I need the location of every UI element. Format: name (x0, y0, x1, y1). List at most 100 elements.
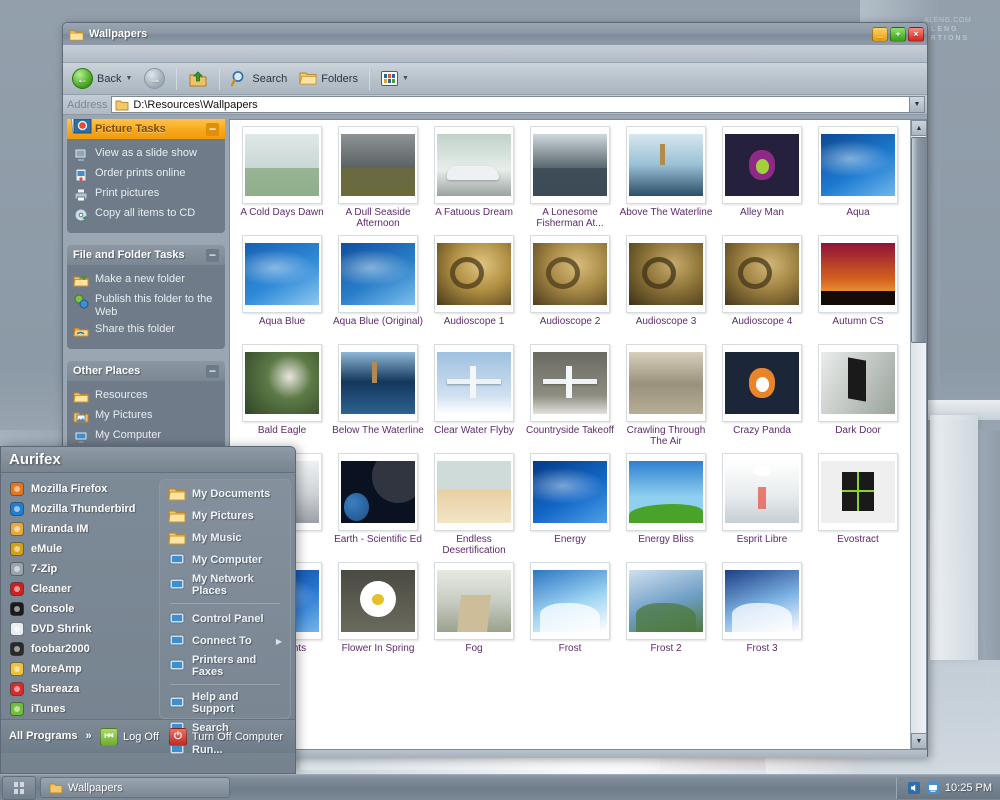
file-tile[interactable]: Esprit Libre (714, 453, 810, 562)
taskbar-item-wallpapers[interactable]: Wallpapers (40, 777, 230, 798)
file-tile[interactable]: Above The Waterline (618, 126, 714, 235)
start-menu-place-control-panel[interactable]: Control Panel (164, 608, 286, 630)
start-menu-program-7-zip[interactable]: 7-Zip (5, 559, 155, 579)
menu-bar[interactable] (63, 45, 927, 63)
start-menu-program-itunes[interactable]: iTunes (5, 699, 155, 719)
file-tile[interactable]: Audioscope 2 (522, 235, 618, 344)
file-list-pane[interactable]: A Cold Days Dawn A Dull Seaside Afternoo… (229, 119, 927, 750)
file-tile[interactable]: Endless Desertification (426, 453, 522, 562)
volume-icon[interactable] (907, 781, 921, 795)
window-titlebar[interactable]: Wallpapers _ + × (63, 23, 927, 45)
maximize-button[interactable]: + (890, 27, 906, 42)
start-menu-place-my-network-places[interactable]: My Network Places (164, 571, 286, 599)
toolbar-separator-2 (219, 68, 220, 90)
task-print-pictures[interactable]: Print pictures (73, 185, 219, 205)
panel-picture-tasks-header[interactable]: Picture Tasks − (67, 119, 225, 139)
file-tile[interactable]: Countryside Takeoff (522, 344, 618, 453)
start-menu-program-dvd-shrink[interactable]: DVD Shrink (5, 619, 155, 639)
scrollbar-thumb[interactable] (911, 137, 927, 343)
file-tile[interactable]: Crawling Through The Air (618, 344, 714, 453)
views-button[interactable]: ▼ (376, 68, 414, 89)
start-menu-program-miranda-im[interactable]: Miranda IM (5, 519, 155, 539)
file-tile[interactable]: Crazy Panda (714, 344, 810, 453)
address-dropdown-button[interactable]: ▼ (910, 96, 925, 113)
panel-file-folder-tasks-header[interactable]: File and Folder Tasks − (67, 245, 225, 265)
task-view-slideshow[interactable]: View as a slide show (73, 145, 219, 165)
start-menu-place-printers-and-faxes[interactable]: Printers and Faxes (164, 652, 286, 680)
scroll-up-button[interactable]: ▲ (911, 120, 927, 136)
task-order-prints[interactable]: Order prints online (73, 165, 219, 185)
file-tile[interactable]: Frost (522, 562, 618, 671)
folders-button[interactable]: Folders (294, 68, 363, 89)
start-menu-program-cleaner[interactable]: Cleaner (5, 579, 155, 599)
search-button[interactable]: Search (226, 67, 292, 90)
forward-button[interactable]: → (139, 65, 170, 92)
file-tile[interactable]: Clear Water Flyby (426, 344, 522, 453)
start-menu-place-my-music[interactable]: My Music (164, 527, 286, 549)
file-tile[interactable]: Frost 3 (714, 562, 810, 671)
file-thumbnail (818, 126, 898, 204)
file-tile[interactable]: Energy (522, 453, 618, 562)
file-tile[interactable]: Audioscope 1 (426, 235, 522, 344)
file-tile[interactable]: Below The Waterline (330, 344, 426, 453)
place-my-computer[interactable]: My Computer (73, 427, 219, 447)
place-my-pictures[interactable]: My Pictures (73, 407, 219, 427)
file-thumbnail (242, 344, 322, 422)
scroll-down-button[interactable]: ▼ (911, 733, 927, 749)
file-tile[interactable]: Fog (426, 562, 522, 671)
up-button[interactable] (183, 66, 213, 92)
file-tile[interactable]: A Fatuous Dream (426, 126, 522, 235)
start-menu-program-mozilla-firefox[interactable]: Mozilla Firefox (5, 479, 155, 499)
task-label: Copy all items to CD (95, 207, 195, 220)
forward-arrow-icon: → (144, 68, 165, 89)
minimize-button[interactable]: _ (872, 27, 888, 42)
panel-file-folder-tasks-collapse[interactable]: − (206, 249, 219, 262)
panel-picture-tasks-collapse[interactable]: − (206, 123, 219, 136)
file-tile[interactable]: Autumn CS (810, 235, 906, 344)
file-tile[interactable]: Dark Door (810, 344, 906, 453)
turn-off-computer-button[interactable]: ⏻ Turn Off Computer (169, 728, 283, 746)
file-tile[interactable]: Evostract (810, 453, 906, 562)
start-menu-place-my-documents[interactable]: My Documents (164, 483, 286, 505)
task-make-new-folder[interactable]: Make a new folder (73, 271, 219, 291)
file-tile[interactable]: A Cold Days Dawn (234, 126, 330, 235)
file-tile[interactable]: Audioscope 3 (618, 235, 714, 344)
start-menu-program-shareaza[interactable]: Shareaza (5, 679, 155, 699)
place-resources[interactable]: Resources (73, 387, 219, 407)
file-tile[interactable]: Energy Bliss (618, 453, 714, 562)
start-menu-program-console[interactable]: Console (5, 599, 155, 619)
panel-other-places-collapse[interactable]: − (206, 365, 219, 378)
back-button[interactable]: ← Back ▼ (67, 65, 137, 92)
start-menu-place-my-computer[interactable]: My Computer (164, 549, 286, 571)
network-icon[interactable] (926, 781, 940, 795)
start-menu-place-my-pictures[interactable]: My Pictures (164, 505, 286, 527)
task-copy-to-cd[interactable]: Copy all items to CD (73, 205, 219, 225)
close-button[interactable]: × (908, 27, 924, 42)
file-tile[interactable]: Flower In Spring (330, 562, 426, 671)
address-input[interactable]: D:\Resources\Wallpapers (111, 96, 910, 113)
file-tile[interactable]: Earth - Scientific Ed (330, 453, 426, 562)
file-tile[interactable]: Aqua Blue (234, 235, 330, 344)
file-thumbnail (338, 126, 418, 204)
panel-other-places-header[interactable]: Other Places − (67, 361, 225, 381)
task-share-folder[interactable]: Share this folder (73, 321, 219, 341)
file-tile[interactable]: Alley Man (714, 126, 810, 235)
start-menu-program-moreamp[interactable]: MoreAmp (5, 659, 155, 679)
slideshow-icon (73, 147, 89, 163)
start-button[interactable] (2, 776, 36, 800)
file-tile[interactable]: A Lonesome Fisherman At... (522, 126, 618, 235)
file-tile[interactable]: Frost 2 (618, 562, 714, 671)
task-publish-to-web[interactable]: Publish this folder to the Web (73, 291, 219, 321)
start-menu-place-help-and-support[interactable]: Help and Support (164, 689, 286, 717)
file-tile[interactable]: Bald Eagle (234, 344, 330, 453)
log-off-button[interactable]: ⏮ Log Off (100, 728, 159, 746)
start-menu-program-emule[interactable]: eMule (5, 539, 155, 559)
file-tile[interactable]: Aqua (810, 126, 906, 235)
file-tile[interactable]: A Dull Seaside Afternoon (330, 126, 426, 235)
file-tile[interactable]: Audioscope 4 (714, 235, 810, 344)
file-tile[interactable]: Aqua Blue (Original) (330, 235, 426, 344)
vertical-scrollbar[interactable]: ▲ ▼ (910, 120, 926, 749)
start-menu-program-mozilla-thunderbird[interactable]: Mozilla Thunderbird (5, 499, 155, 519)
start-menu-program-foobar2000[interactable]: foobar2000 (5, 639, 155, 659)
start-menu-place-connect-to[interactable]: Connect To▶ (164, 630, 286, 652)
